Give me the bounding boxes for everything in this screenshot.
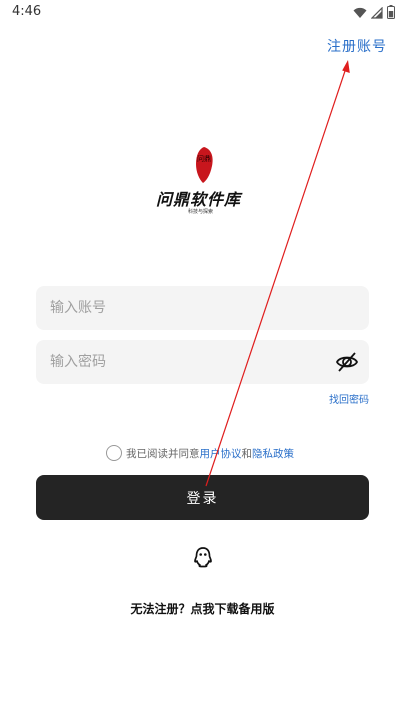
- logo-title: 问鼎软件库: [156, 190, 242, 209]
- password-field[interactable]: [36, 340, 369, 384]
- forgot-password-link[interactable]: 找回密码: [329, 391, 369, 406]
- password-input[interactable]: [36, 340, 369, 384]
- agreement-prefix: 我已阅读并同意: [126, 447, 200, 460]
- agreement-row: 我已阅读并同意 用户协议 和 隐私政策: [106, 444, 294, 462]
- wifi-icon: [353, 4, 367, 23]
- password-visibility-off-icon[interactable]: [335, 351, 359, 373]
- battery-icon: [387, 4, 395, 23]
- user-agreement-link[interactable]: 用户协议: [200, 446, 242, 461]
- signal-icon: [370, 4, 383, 23]
- status-icons: [353, 4, 395, 23]
- status-time: 4:46: [12, 4, 42, 19]
- qq-icon[interactable]: [192, 546, 214, 568]
- logo-mark-text-1: 问鼎: [197, 155, 211, 163]
- account-field[interactable]: [36, 286, 369, 330]
- agreement-conjunction: 和: [241, 447, 253, 460]
- download-backup-link[interactable]: 无法注册？点我下载备用版: [0, 600, 405, 617]
- privacy-policy-link[interactable]: 隐私政策: [252, 446, 294, 461]
- app-logo: 问鼎 问鼎软件库 科技与探索: [152, 142, 252, 218]
- account-input[interactable]: [36, 286, 369, 330]
- register-account-link[interactable]: 注册账号: [327, 36, 387, 56]
- login-button[interactable]: 登录: [36, 475, 369, 520]
- logo-seal-mark: 问鼎: [196, 147, 213, 183]
- status-bar: 4:46: [0, 0, 405, 24]
- agreement-checkbox[interactable]: [106, 445, 122, 461]
- logo-subtitle: 科技与探索: [188, 209, 214, 215]
